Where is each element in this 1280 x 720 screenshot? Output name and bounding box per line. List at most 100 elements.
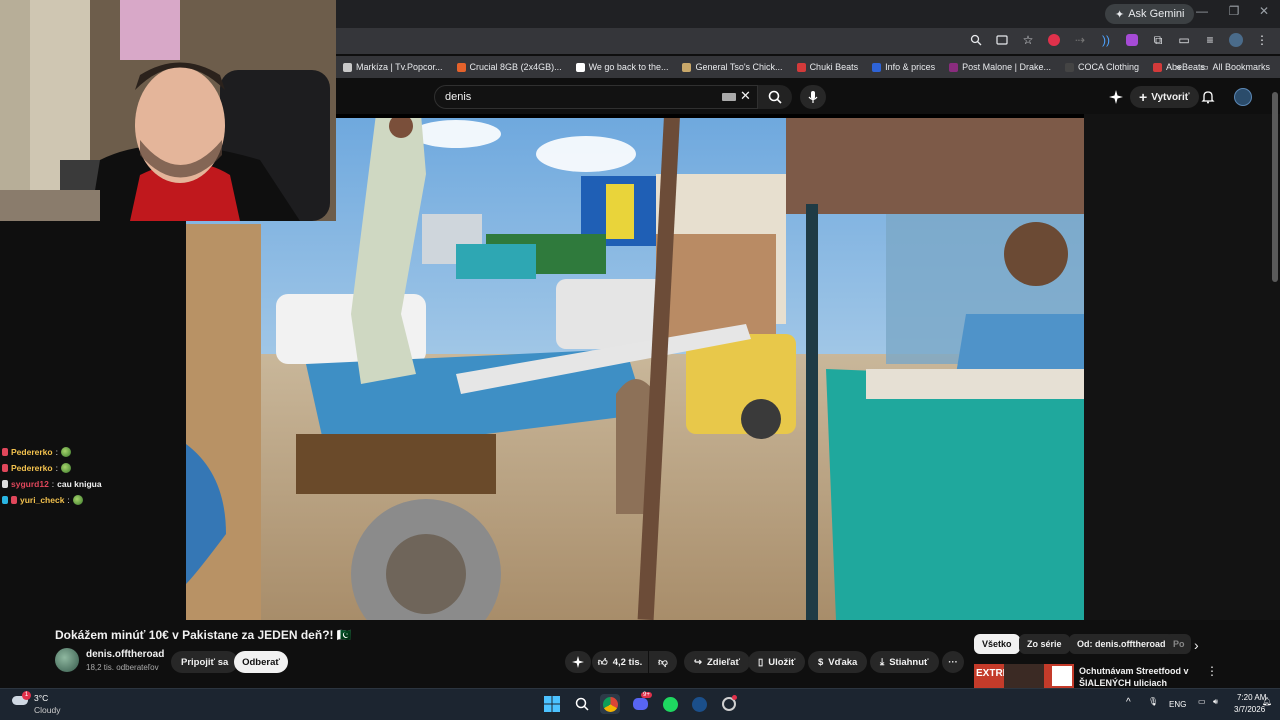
create-button[interactable]: + Vytvoriť bbox=[1130, 86, 1199, 108]
chat-separator: : bbox=[51, 479, 55, 489]
clock-date[interactable]: 3/7/2026 bbox=[1234, 705, 1265, 714]
taskbar-search-icon[interactable] bbox=[572, 694, 592, 714]
chat-badge-icon bbox=[11, 496, 17, 504]
search-input[interactable]: denis bbox=[434, 85, 758, 109]
app-icon[interactable] bbox=[719, 694, 739, 714]
tray-overflow-icon[interactable]: ^ bbox=[1126, 697, 1131, 708]
star-icon[interactable]: ☆ bbox=[1020, 32, 1036, 48]
extension-gray-icon[interactable]: ⇢ bbox=[1072, 32, 1088, 48]
extension-purple-icon[interactable] bbox=[1124, 32, 1140, 48]
subscribe-button[interactable]: Odberať bbox=[234, 651, 288, 673]
more-actions-button[interactable]: ··· bbox=[942, 651, 964, 673]
weather-icon[interactable]: 1 bbox=[12, 691, 31, 706]
gemini-sparkle-icon[interactable] bbox=[1107, 88, 1125, 106]
ask-ai-button[interactable] bbox=[565, 651, 591, 673]
volume-icon[interactable]: 🔊︎ bbox=[1213, 697, 1218, 707]
clear-search-icon[interactable]: ✕ bbox=[740, 88, 751, 104]
bookmark-favicon-icon bbox=[1153, 62, 1163, 72]
thanks-button[interactable]: $ Vďaka bbox=[808, 651, 868, 673]
weather-temperature: 3°C bbox=[34, 693, 49, 703]
account-avatar[interactable] bbox=[1232, 88, 1254, 106]
bookmark-favicon-icon bbox=[796, 62, 806, 72]
chat-emote-icon bbox=[60, 463, 71, 473]
weather-badge: 1 bbox=[22, 691, 31, 700]
playlist-icon[interactable]: ≡ bbox=[1202, 32, 1218, 48]
spotify-icon[interactable] bbox=[660, 694, 680, 714]
bookmark-favicon-icon bbox=[682, 62, 692, 72]
chat-separator: : bbox=[67, 495, 70, 505]
network-icon[interactable]: ▭ bbox=[1198, 697, 1206, 706]
page-scrollbar[interactable] bbox=[1272, 92, 1278, 282]
bookmark-item[interactable]: We go back to the... bbox=[569, 62, 676, 72]
steam-icon[interactable] bbox=[689, 694, 709, 714]
bookmark-label: Post Malone | Drake... bbox=[962, 62, 1051, 72]
search-button[interactable] bbox=[758, 85, 792, 109]
bookmark-favicon-icon bbox=[949, 62, 959, 72]
bookmark-item[interactable]: Chuki Beats bbox=[790, 62, 866, 72]
bookmarks-bar: Markíza | Tv.Popcor... Crucial 8GB (2x4GB… bbox=[336, 56, 1280, 78]
chat-message: Pedererko: bbox=[2, 444, 184, 460]
extension-blue-icon[interactable]: )) bbox=[1098, 32, 1114, 48]
language-indicator[interactable]: ENG bbox=[1169, 700, 1186, 709]
notifications-bell-icon[interactable] bbox=[1199, 88, 1217, 106]
cast-icon[interactable] bbox=[994, 32, 1010, 48]
bookmark-favicon-icon bbox=[1065, 62, 1074, 72]
chrome-icon[interactable] bbox=[600, 694, 620, 714]
dislike-button[interactable]: 👎︎ bbox=[649, 651, 677, 673]
recommended-menu-icon[interactable]: ⋮ bbox=[1206, 664, 1218, 678]
zoom-icon[interactable] bbox=[968, 32, 984, 48]
maximize-icon[interactable]: ❐ bbox=[1220, 4, 1248, 18]
channel-avatar[interactable] bbox=[55, 648, 79, 672]
extension-red-icon[interactable] bbox=[1046, 32, 1062, 48]
discord-icon[interactable]: 9+ bbox=[630, 692, 652, 714]
video-title: Dokážem minúť 10€ v Pakistane za JEDEN d… bbox=[55, 628, 352, 642]
sidepanel-icon[interactable]: ▭ bbox=[1176, 32, 1192, 48]
download-button[interactable]: ⤓ Stiahnuť bbox=[870, 651, 939, 673]
bookmark-item[interactable]: Info & prices bbox=[865, 62, 942, 72]
tray-microphone-icon[interactable]: 🎙︎ bbox=[1148, 697, 1158, 706]
profile-avatar[interactable] bbox=[1228, 32, 1244, 48]
notifications-icon[interactable]: 🔔︎ bbox=[1262, 697, 1272, 706]
filter-chip[interactable]: Zo série bbox=[1019, 634, 1070, 654]
share-button[interactable]: ↪ Zdieľať bbox=[684, 651, 750, 673]
side-panel-background bbox=[1084, 114, 1280, 620]
ask-gemini-button[interactable]: ✦ Ask Gemini bbox=[1105, 4, 1195, 24]
like-button[interactable]: 👍︎ 4,2 tis. bbox=[592, 651, 648, 673]
join-button[interactable]: Pripojiť sa bbox=[171, 651, 239, 673]
close-icon[interactable]: ✕ bbox=[1250, 4, 1278, 18]
windows-start-icon[interactable] bbox=[542, 694, 562, 714]
bookmarks-more-button[interactable]: » bbox=[1169, 62, 1188, 72]
bookmark-label: COCA Clothing bbox=[1078, 62, 1140, 72]
subscribe-label: Odberať bbox=[242, 656, 280, 668]
bookmark-item[interactable]: Post Malone | Drake... bbox=[942, 62, 1058, 72]
bookmark-label: We go back to the... bbox=[588, 62, 669, 72]
bookmark-label: General Tso's Chick... bbox=[695, 62, 783, 72]
thumbs-down-icon: 👎︎ bbox=[658, 657, 668, 668]
voice-search-button[interactable] bbox=[800, 85, 826, 109]
bookmark-item[interactable]: Crucial 8GB (2x4GB)... bbox=[450, 62, 569, 72]
share-icon: ↪ bbox=[694, 656, 702, 668]
screen: ✦ Ask Gemini — ❐ ✕ ☆ ⇢ )) ⧉ ▭ ≡ ⋮ Markíz… bbox=[0, 0, 1280, 720]
weather-description: Cloudy bbox=[34, 705, 61, 715]
bookmark-label: Info & prices bbox=[885, 62, 936, 72]
save-label: Uložiť bbox=[768, 656, 796, 668]
save-button[interactable]: ▯ Uložiť bbox=[748, 651, 806, 673]
filter-chip[interactable]: Od: denis.offtheroad bbox=[1069, 634, 1174, 654]
all-bookmarks-button[interactable]: ▭ All Bookmarks bbox=[1200, 56, 1270, 78]
minimize-icon[interactable]: — bbox=[1188, 4, 1216, 18]
menu-icon[interactable]: ⋮ bbox=[1254, 32, 1270, 48]
recommended-thumbnail[interactable]: EXTRÉM bbox=[974, 664, 1074, 688]
bookmark-item[interactable]: Markíza | Tv.Popcor... bbox=[336, 62, 450, 72]
extensions-puzzle-icon[interactable]: ⧉ bbox=[1150, 32, 1166, 48]
bookmark-item[interactable]: General Tso's Chick... bbox=[675, 62, 789, 72]
microphone-icon bbox=[808, 91, 818, 103]
bookmark-label: Chuki Beats bbox=[809, 62, 859, 72]
chips-next-icon[interactable]: › bbox=[1194, 637, 1199, 653]
channel-name[interactable]: denis.offtheroad bbox=[86, 649, 164, 660]
bookmark-item[interactable]: COCA Clothing bbox=[1058, 62, 1146, 72]
join-label: Pripojiť sa bbox=[181, 656, 229, 668]
chat-username: Pedererko bbox=[11, 447, 53, 457]
filter-chip[interactable]: Všetko bbox=[974, 634, 1020, 654]
keyboard-icon[interactable] bbox=[722, 93, 736, 101]
filter-chip[interactable]: Po bbox=[1165, 634, 1191, 654]
